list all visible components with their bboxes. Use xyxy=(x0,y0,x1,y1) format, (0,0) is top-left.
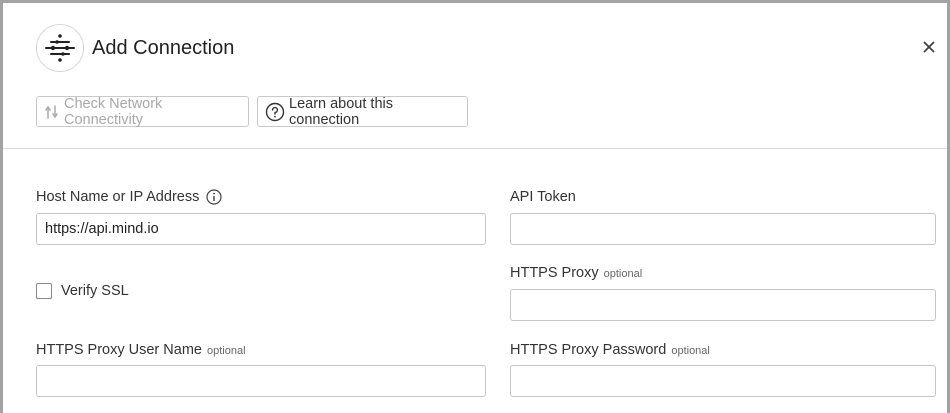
optional-tag: optional xyxy=(671,345,710,357)
verify-ssl-checkbox[interactable] xyxy=(36,283,52,299)
proxy-user-label: HTTPS Proxy User Name xyxy=(36,342,202,358)
network-check-icon xyxy=(44,104,60,120)
close-button[interactable] xyxy=(919,37,939,57)
api-token-label: API Token xyxy=(510,189,576,205)
learn-about-connection-button[interactable]: Learn about this connection xyxy=(257,95,468,128)
optional-tag: optional xyxy=(206,345,246,357)
proxy-user-label-row: HTTPS Proxy User Name optional xyxy=(36,342,246,358)
verify-ssl-label: Verify SSL xyxy=(61,283,129,299)
host-input-value: https://api.mind.io xyxy=(45,221,159,237)
api-token-input[interactable] xyxy=(510,213,936,245)
verify-ssl-row[interactable]: Verify SSL xyxy=(36,283,129,299)
dialog-title: Add Connection xyxy=(92,37,235,59)
https-proxy-label-row: HTTPS Proxy optional xyxy=(510,265,642,281)
host-label-row: Host Name or IP Address xyxy=(36,189,222,205)
host-input[interactable]: https://api.mind.io xyxy=(36,213,486,245)
dialog-header: Add Connection Check Network Connectivit… xyxy=(3,3,947,149)
help-circle-icon xyxy=(265,102,285,122)
check-network-connectivity-button[interactable]: Check Network Connectivity xyxy=(36,95,249,128)
https-proxy-input[interactable] xyxy=(510,289,936,321)
optional-tag: optional xyxy=(603,268,643,280)
proxy-password-label-row: HTTPS Proxy Password optional xyxy=(510,342,710,358)
https-proxy-label: HTTPS Proxy xyxy=(510,265,599,281)
proxy-password-input[interactable] xyxy=(510,365,936,397)
add-connection-dialog: Add Connection Check Network Connectivit… xyxy=(3,3,947,413)
learn-about-label: Learn about this connection xyxy=(289,95,393,128)
connector-logo-icon xyxy=(36,24,84,72)
check-network-label: Check Network Connectivity xyxy=(64,95,163,128)
info-icon[interactable] xyxy=(206,189,222,205)
proxy-user-input[interactable] xyxy=(36,365,486,397)
close-icon xyxy=(923,41,935,53)
host-label: Host Name or IP Address xyxy=(36,189,200,205)
proxy-password-label: HTTPS Proxy Password xyxy=(510,342,667,358)
